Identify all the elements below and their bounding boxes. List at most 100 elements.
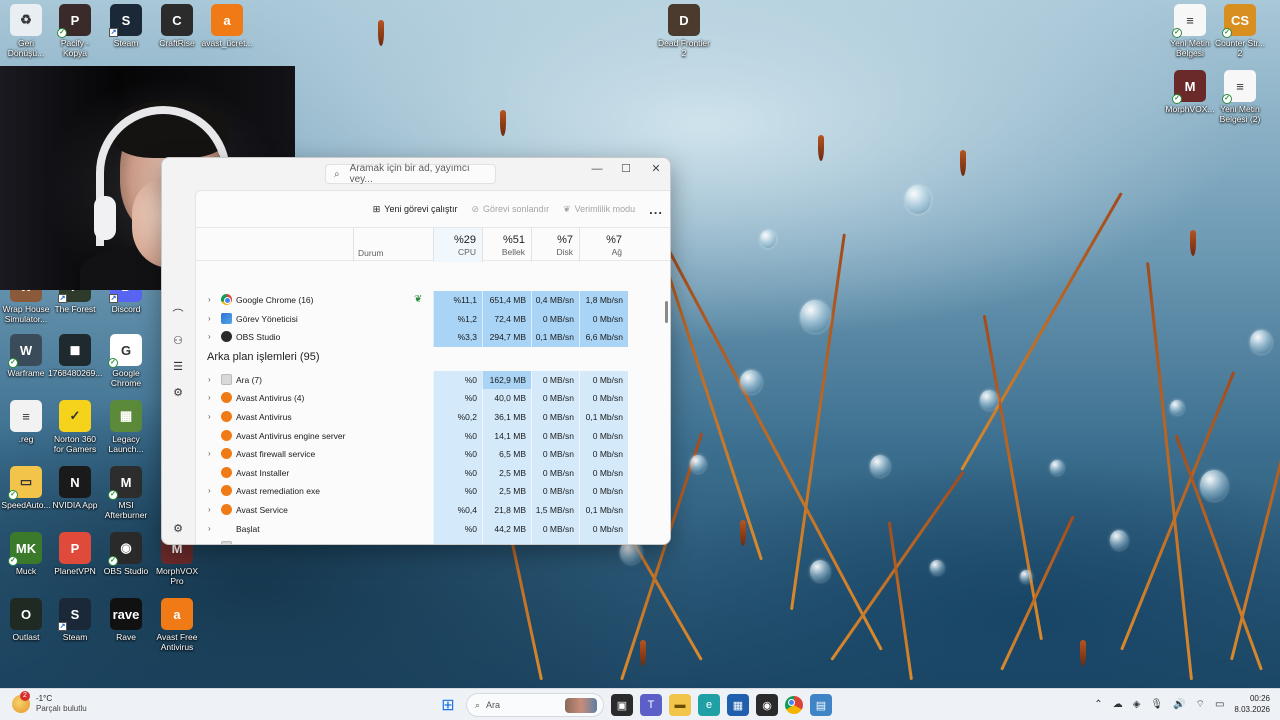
scrollbar-thumb[interactable] bbox=[665, 301, 668, 323]
settings-icon[interactable]: ⚙ bbox=[171, 522, 185, 536]
desktop-icon[interactable]: ≡ ✓ Yeni Metin Belgesi bbox=[1163, 4, 1217, 58]
water-drop bbox=[930, 560, 944, 576]
cell-mem: 294,7 MB bbox=[482, 328, 531, 347]
chrome-icon[interactable] bbox=[785, 696, 803, 714]
store-icon[interactable]: ▦ bbox=[727, 694, 749, 716]
process-name: Avast remediation exe bbox=[236, 486, 320, 497]
desktop-icon[interactable]: a avast_ücret... bbox=[200, 4, 254, 48]
chevron-up-icon[interactable]: ⌃ bbox=[1094, 699, 1102, 710]
microphone-icon[interactable]: 🎙 bbox=[1150, 699, 1163, 710]
more-options-button[interactable]: ... bbox=[649, 202, 663, 217]
column-disk[interactable]: %7 Disk bbox=[531, 228, 579, 262]
desktop-icon[interactable]: P PlanetVPN bbox=[48, 532, 102, 576]
wifi-icon[interactable]: ⌔ bbox=[1196, 698, 1205, 711]
maximize-button[interactable]: ☐ bbox=[611, 160, 641, 178]
desktop-icon[interactable]: N NVIDIA App bbox=[48, 466, 102, 510]
minimize-button[interactable]: — bbox=[582, 160, 612, 178]
chevron-right-icon[interactable]: › bbox=[208, 295, 211, 304]
clock[interactable]: 00:26 8.03.2026 bbox=[1234, 693, 1270, 715]
disk-label: Disk bbox=[556, 247, 573, 257]
services-icon[interactable]: ⚙ bbox=[171, 386, 185, 400]
desktop-icon[interactable]: ≡ ✓ Yeni Metin Belgesi (2) bbox=[1213, 70, 1267, 124]
process-row[interactable]: Avast Antivirus engine server %0 14,1 MB 0 … bbox=[196, 426, 666, 446]
close-button[interactable]: ✕ bbox=[641, 160, 670, 178]
column-memory[interactable]: %51 Bellek bbox=[482, 228, 531, 262]
app-icon: ≡ ✓ bbox=[1222, 70, 1256, 104]
teams-icon[interactable]: T bbox=[640, 694, 662, 716]
column-status[interactable]: Durum bbox=[353, 228, 433, 262]
efficiency-mode-button[interactable]: ❦ Verimlilik modu bbox=[563, 204, 635, 215]
end-task-button[interactable]: ⊘ Görevi sonlandır bbox=[471, 204, 549, 215]
task-view-icon[interactable]: ▣ bbox=[611, 694, 633, 716]
column-cpu[interactable]: %29 CPU bbox=[433, 228, 482, 262]
cloud-icon[interactable]: ☁ bbox=[1113, 699, 1123, 710]
process-row[interactable]: › Avast Antivirus (4) %0 40,0 MB 0 MB/sn 0 Mb… bbox=[196, 389, 666, 408]
edge-icon[interactable]: e bbox=[698, 694, 720, 716]
process-row[interactable]: › Avast Antivirus %0,2 36,1 MB 0 MB/sn 0,1 Mb… bbox=[196, 408, 666, 427]
desktop-icon[interactable]: P ✓ Pacify - Kopya bbox=[48, 4, 102, 58]
title-bar[interactable]: ⌕ Aramak için bir ad, yayımcı vey... — ☐… bbox=[162, 158, 670, 190]
chevron-right-icon[interactable]: › bbox=[208, 314, 211, 323]
desktop-icon[interactable]: G ✓ Google Chrome bbox=[99, 334, 153, 388]
process-row[interactable]: › Ara (7) %0 162,9 MB 0 MB/sn 0 Mb/sn bbox=[196, 370, 666, 390]
volume-icon[interactable]: 🔊 bbox=[1173, 699, 1185, 710]
process-row[interactable]: › Avast remediation exe %0 2,5 MB 0 MB/sn 0 M… bbox=[196, 482, 666, 501]
network-icon[interactable]: ◈ bbox=[1133, 699, 1141, 710]
taskbar-search[interactable]: ⌕ Ara bbox=[466, 693, 604, 717]
chevron-right-icon[interactable]: › bbox=[208, 524, 211, 533]
column-network[interactable]: %7 Ağ bbox=[579, 228, 628, 262]
process-row[interactable]: › Google Chrome (16) ❦ %11,1 651,4 MB 0,4 MB/… bbox=[196, 291, 666, 310]
battery-icon[interactable]: ▭ bbox=[1215, 699, 1224, 710]
chevron-right-icon[interactable]: › bbox=[208, 505, 211, 514]
desktop-icon[interactable]: ◼ 1768480269... bbox=[48, 334, 102, 378]
chevron-right-icon[interactable]: › bbox=[208, 375, 211, 384]
chevron-right-icon[interactable]: › bbox=[208, 449, 211, 458]
desktop-icon[interactable]: S ↗ Steam bbox=[99, 4, 153, 48]
desktop-icon[interactable]: a Avast Free Antivirus bbox=[150, 598, 204, 652]
cell-mem: 14,1 MB bbox=[482, 426, 531, 446]
desktop-icon[interactable]: ▦ Legacy Launch... bbox=[99, 400, 153, 454]
desktop-icon[interactable]: O Outlast bbox=[0, 598, 53, 642]
chevron-right-icon[interactable]: › bbox=[208, 393, 211, 402]
chevron-right-icon[interactable]: › bbox=[208, 412, 211, 421]
desktop-icon[interactable]: MK ✓ Muck bbox=[0, 532, 53, 576]
obs-studio-icon[interactable]: ◉ bbox=[756, 694, 778, 716]
weather-widget[interactable]: 2 -1°C Parçalı bulutlu bbox=[12, 691, 87, 714]
cell-disk: 0 MB/sn bbox=[531, 445, 579, 464]
desktop-icon[interactable]: W ✓ Warframe bbox=[0, 334, 53, 378]
desktop-icon[interactable]: rave Rave bbox=[99, 598, 153, 642]
desktop-icon-label: OBS Studio bbox=[103, 566, 149, 576]
run-new-task-button[interactable]: ⊞ Yeni görevi çalıştır bbox=[373, 204, 458, 215]
performance-icon[interactable]: ⌒ bbox=[171, 308, 185, 322]
file-explorer-icon[interactable]: ▬ bbox=[669, 694, 691, 716]
chevron-right-icon[interactable]: › bbox=[208, 542, 211, 544]
users-icon[interactable]: ⚇ bbox=[171, 334, 185, 348]
desktop-icon[interactable]: ≡ .reg bbox=[0, 400, 53, 444]
desktop-icon[interactable]: CS ✓ Counter Str... 2 bbox=[1213, 4, 1267, 58]
start-button[interactable]: ⊞ bbox=[437, 694, 459, 716]
process-row[interactable]: › Biriktirici Alt Sistemi Uygulam... %03,8… bbox=[196, 538, 666, 544]
process-row[interactable]: › Görev Yöneticisi %1,2 72,4 MB 0 MB/sn 0 Mb/… bbox=[196, 309, 666, 329]
desktop-icon-label: MorphVOX... bbox=[1165, 104, 1215, 114]
desktop-icon[interactable]: M ✓ MorphVOX... bbox=[1163, 70, 1217, 114]
desktop-icon[interactable]: ♻ Geri Dönüşü... bbox=[0, 4, 53, 58]
process-row[interactable]: › Başlat %0 44,2 MB 0 MB/sn 0 Mb/sn bbox=[196, 519, 666, 539]
desktop-icon[interactable]: M ✓ MSI Afterburner bbox=[99, 466, 153, 520]
desktop-icon[interactable]: S ↗ Steam bbox=[48, 598, 102, 642]
network-total: %7 bbox=[606, 234, 622, 246]
process-row[interactable]: › Avast Service %0,4 21,8 MB 1,5 MB/sn 0,1 Mb… bbox=[196, 501, 666, 520]
details-icon[interactable]: ☰ bbox=[171, 360, 185, 374]
process-row[interactable]: Avast Installer %0 2,5 MB 0 MB/sn 0 Mb/sn bbox=[196, 463, 666, 483]
desktop-icon[interactable]: C CraftRise bbox=[150, 4, 204, 48]
box-app-icon bbox=[221, 541, 232, 544]
desktop-icon[interactable]: ▭ ✓ SpeedAuto... bbox=[0, 466, 53, 510]
desktop-icon[interactable]: ◉ ✓ OBS Studio bbox=[99, 532, 153, 576]
task-manager-icon[interactable]: ▤ bbox=[810, 694, 832, 716]
search-input[interactable]: ⌕ Aramak için bir ad, yayımcı vey... bbox=[325, 163, 496, 185]
chevron-right-icon[interactable]: › bbox=[208, 486, 211, 495]
desktop-icon[interactable]: ✓ Norton 360 for Gamers bbox=[48, 400, 102, 454]
process-row[interactable]: › Avast firewall service %0 6,5 MB 0 MB/sn 0 … bbox=[196, 445, 666, 464]
process-row[interactable]: › OBS Studio %3,3 294,7 MB 0,1 MB/sn 6,6 Mb/s… bbox=[196, 328, 666, 347]
chevron-right-icon[interactable]: › bbox=[208, 332, 211, 341]
desktop-icon[interactable]: D Dead Frontier 2 bbox=[657, 4, 711, 58]
